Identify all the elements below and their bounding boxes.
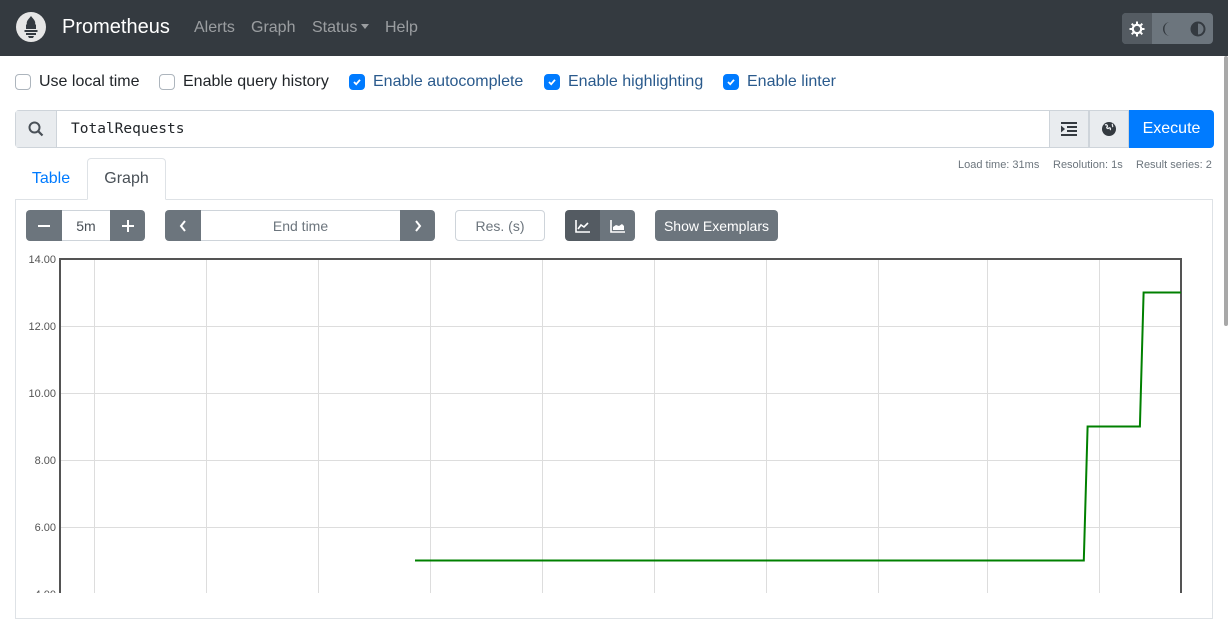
y-tick-label: 12.00 xyxy=(28,321,56,333)
tab-graph[interactable]: Graph xyxy=(87,158,166,200)
plot-frame xyxy=(59,258,1182,593)
y-tick-label: 4.00 xyxy=(35,589,56,593)
y-tick-label: 6.00 xyxy=(35,522,56,534)
graph-chart: 14.00 12.00 10.00 8.00 6.00 4.00 xyxy=(28,254,1182,593)
series-line xyxy=(415,291,1181,562)
y-tick-label: 10.00 xyxy=(28,388,56,400)
page-scrollbar[interactable] xyxy=(1224,56,1228,326)
y-tick-label: 8.00 xyxy=(35,455,56,467)
y-tick-label: 14.00 xyxy=(28,254,56,266)
